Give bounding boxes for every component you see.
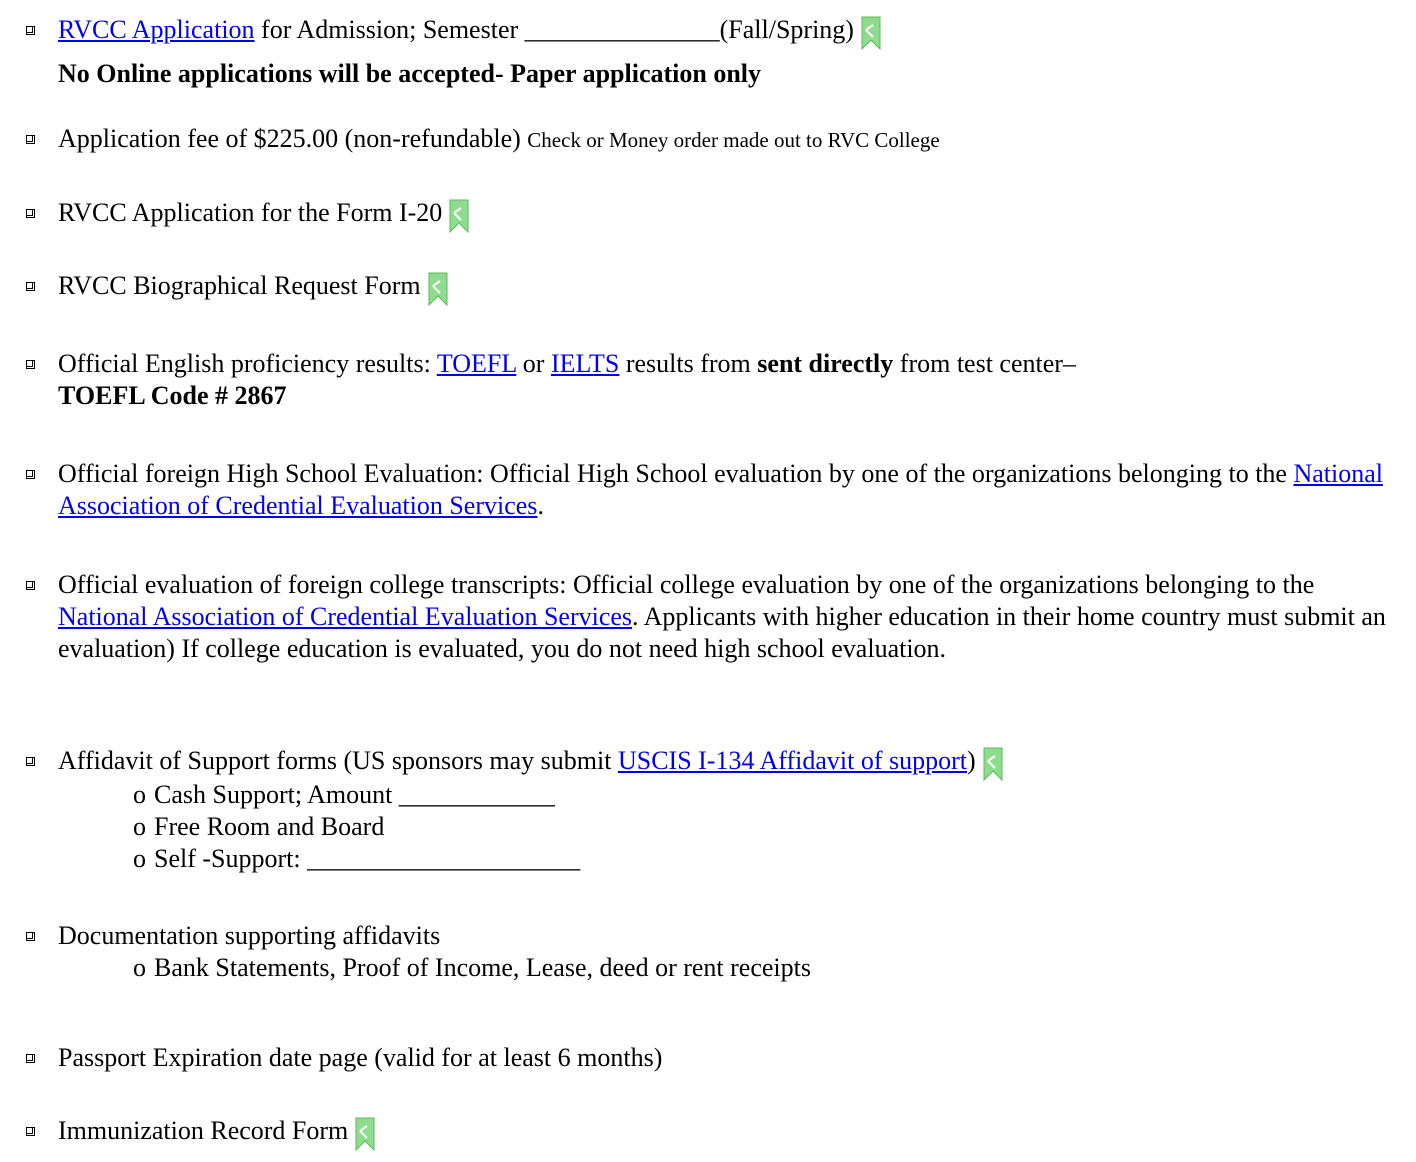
checklist-item-biographical-form: RVCC Biographical Request Form xyxy=(26,270,1408,314)
naces-link[interactable]: National Association of Credential Evalu… xyxy=(58,602,632,631)
item-text: results from xyxy=(619,349,758,378)
item-text: Official English proficiency results: xyxy=(58,349,437,378)
item-text: Immunization Record Form xyxy=(58,1116,349,1145)
checkbox-icon[interactable] xyxy=(26,470,35,479)
paper-only-note: No Online applications will be accepted-… xyxy=(58,59,762,88)
sub-item-text: Cash Support; Amount ____________ xyxy=(154,780,555,809)
bookmark-icon[interactable] xyxy=(860,16,884,58)
checklist-item-passport: Passport Expiration date page (valid for… xyxy=(26,1042,1408,1074)
bookmark-icon[interactable] xyxy=(427,272,451,314)
sub-bullet: o xyxy=(133,844,146,873)
toefl-code: TOEFL Code # 2867 xyxy=(58,381,287,410)
uscis-i134-link[interactable]: USCIS I-134 Affidavit of support xyxy=(618,746,967,775)
sub-item-self-support: o Self -Support: _____________________ xyxy=(58,843,1408,875)
checkbox-icon[interactable] xyxy=(26,581,35,590)
checklist-item-i20-application: RVCC Application for the Form I-20 xyxy=(26,197,1408,241)
item-text: RVCC Application for the Form I-20 xyxy=(58,198,443,227)
rvcc-application-link[interactable]: RVCC Application xyxy=(58,15,255,44)
sub-item-bank-statements: o Bank Statements, Proof of Income, Lease… xyxy=(58,952,1408,984)
bookmark-icon[interactable] xyxy=(354,1117,378,1159)
checklist-item-application-fee: Application fee of $225.00 (non-refundab… xyxy=(26,123,1408,156)
checklist-item-college-evaluation: Official evaluation of foreign college t… xyxy=(26,569,1408,665)
item-text: for Admission; Semester _______________(… xyxy=(254,15,854,44)
checkbox-icon[interactable] xyxy=(26,1127,35,1136)
toefl-link[interactable]: TOEFL xyxy=(437,349,516,378)
sub-item-text: Bank Statements, Proof of Income, Lease,… xyxy=(154,953,811,982)
item-text: or xyxy=(516,349,551,378)
checkbox-icon[interactable] xyxy=(26,135,35,144)
item-text: ) xyxy=(967,746,976,775)
checkbox-icon[interactable] xyxy=(26,1054,35,1063)
sub-bullet: o xyxy=(133,812,146,841)
item-text: . xyxy=(537,491,544,520)
item-text: Application fee of $225.00 (non-refundab… xyxy=(58,124,528,153)
item-text: RVCC Biographical Request Form xyxy=(58,271,421,300)
checkbox-icon[interactable] xyxy=(26,209,35,218)
checkbox-icon[interactable] xyxy=(26,360,35,369)
ielts-link[interactable]: IELTS xyxy=(551,349,619,378)
item-text: Passport Expiration date page (valid for… xyxy=(58,1043,663,1072)
item-small-text: Check or Money order made out to RVC Col… xyxy=(527,128,940,152)
checklist-item-application: RVCC Application for Admission; Semester… xyxy=(26,14,1408,90)
sub-item-text: Free Room and Board xyxy=(154,812,385,841)
item-text: Documentation supporting affidavits xyxy=(58,921,441,950)
checklist-item-high-school-evaluation: Official foreign High School Evaluation:… xyxy=(26,458,1408,522)
item-text: from test center– xyxy=(893,349,1076,378)
checkbox-icon[interactable] xyxy=(26,757,35,766)
checkbox-icon[interactable] xyxy=(26,932,35,941)
item-text: Official foreign High School Evaluation:… xyxy=(58,459,1294,488)
checkbox-icon[interactable] xyxy=(26,26,35,35)
sub-item-cash-support: o Cash Support; Amount ____________ xyxy=(58,779,1408,811)
document-page: { "checklist": { "item1": { "link": "RVC… xyxy=(0,0,1416,1162)
sent-directly-text: sent directly xyxy=(757,349,894,378)
item-text: Official evaluation of foreign college t… xyxy=(58,570,1315,599)
checklist-item-affidavit-support: Affidavit of Support forms (US sponsors … xyxy=(26,745,1408,875)
sub-bullet: o xyxy=(133,780,146,809)
sub-item-text: Self -Support: _____________________ xyxy=(154,844,581,873)
checklist-item-english-proficiency: Official English proficiency results: TO… xyxy=(26,348,1408,412)
item-text: Affidavit of Support forms (US sponsors … xyxy=(58,746,618,775)
sub-bullet: o xyxy=(133,953,146,982)
checklist-item-documentation: Documentation supporting affidavits o Ban… xyxy=(26,920,1408,984)
sub-item-room-board: o Free Room and Board xyxy=(58,811,1408,843)
checkbox-icon[interactable] xyxy=(26,282,35,291)
checklist-item-immunization: Immunization Record Form xyxy=(26,1115,1408,1159)
bookmark-icon[interactable] xyxy=(448,199,472,241)
